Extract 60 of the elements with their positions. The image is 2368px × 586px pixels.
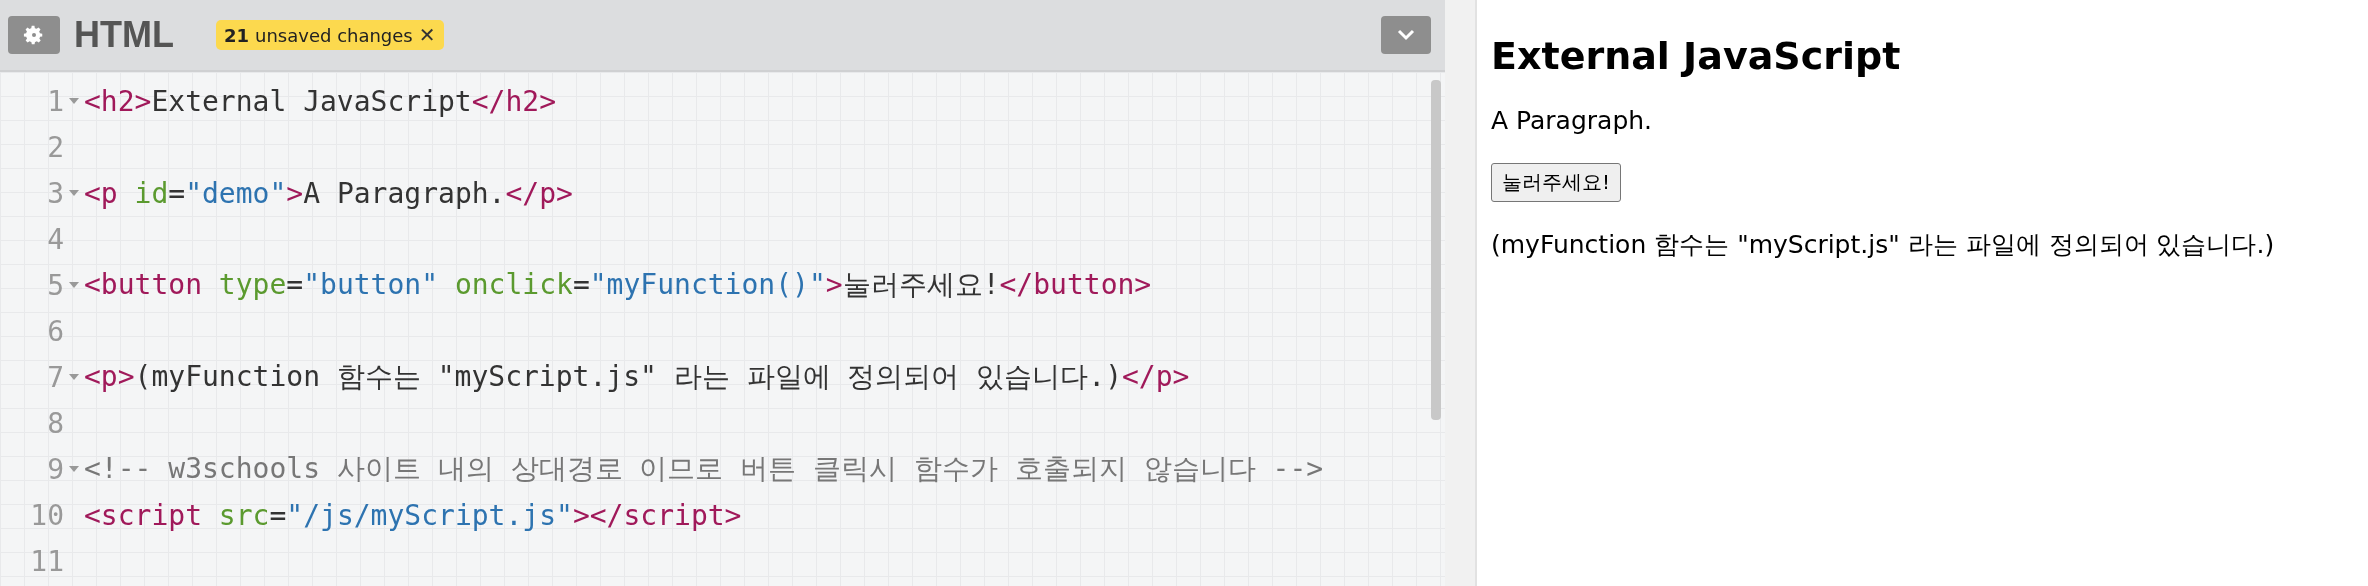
code-value: "myFunction()" [589, 268, 826, 301]
code-value: "/js/myScript.js" [286, 498, 573, 532]
fold-arrow-icon[interactable] [68, 189, 80, 197]
settings-icon [23, 24, 45, 46]
code-tag: <p> [84, 360, 135, 393]
code-tag: </script> [589, 498, 742, 532]
code-tag: <p [84, 176, 118, 210]
code-tag: </p> [505, 176, 573, 210]
line-number: 2 [47, 130, 64, 164]
line-number: 3 [47, 176, 64, 210]
code-value: "demo" [185, 176, 287, 210]
press-button[interactable]: 눌러주세요! [1491, 163, 1622, 202]
editor-title: HTML [74, 14, 174, 56]
preview-heading: External JavaScript [1491, 34, 1902, 78]
preview-paragraph: A Paragraph. [1491, 106, 1654, 135]
fold-arrow-icon[interactable] [68, 281, 80, 289]
code-value: "button" [303, 268, 439, 301]
code-tag: <script [84, 498, 202, 532]
code-text: External JavaScript [151, 84, 472, 118]
code-comment: <!-- w3schools 사이트 내의 상대경로 이므로 버튼 클릭시 함수가 호출되지 않습니다 --> [84, 452, 1324, 485]
code-text: = [572, 268, 590, 301]
preview-paragraph: (myFunction 함수는 "myScript.js" 라는 파일에 정의되어 있습니다.) [1491, 229, 2276, 261]
code-tag: </button> [999, 268, 1152, 301]
code-attribute: onclick [453, 268, 573, 301]
close-button[interactable]: ✕ [418, 23, 436, 47]
line-number: 5 [47, 268, 64, 302]
line-number: 11 [30, 544, 64, 578]
line-number: 8 [47, 406, 64, 440]
line-number: 1 [47, 84, 64, 118]
code-attribute: id [133, 176, 169, 210]
code-text: = [286, 268, 304, 301]
line-number: 9 [47, 452, 64, 486]
fold-arrow-icon[interactable] [68, 97, 80, 105]
code-tag: > [572, 498, 590, 532]
line-number: 7 [47, 360, 64, 394]
fold-arrow-icon[interactable] [68, 465, 80, 473]
code-attribute: src [217, 498, 270, 532]
line-number: 4 [47, 222, 64, 256]
code-tag: </h2> [471, 84, 557, 118]
code-editor[interactable] [0, 72, 1445, 586]
badge-label: unsaved changes [255, 24, 413, 46]
line-number: 6 [47, 314, 64, 348]
line-number: 10 [30, 498, 64, 532]
code-text: = [269, 498, 287, 532]
chevron-down-icon [1396, 29, 1416, 41]
code-tag: > [286, 176, 304, 210]
code-attribute: type [217, 268, 287, 301]
settings-button[interactable] [8, 16, 60, 54]
code-tag: <button [84, 268, 202, 301]
code-tag: <h2> [84, 84, 152, 118]
code-text: = [168, 176, 186, 210]
dropdown-button[interactable] [1381, 16, 1431, 54]
code-text: (myFunction 함수는 "myScript.js" 라는 파일에 정의되어 있습니다.) [134, 360, 1122, 393]
code-text: A Paragraph. [303, 176, 506, 210]
fold-arrow-icon[interactable] [68, 373, 80, 381]
scrollbar-thumb[interactable] [1431, 80, 1441, 420]
code-tag: </p> [1122, 360, 1190, 393]
code-tag: > [825, 268, 843, 301]
code-text: 눌러주세요! [842, 268, 1000, 301]
badge-count: 21 [223, 24, 250, 46]
